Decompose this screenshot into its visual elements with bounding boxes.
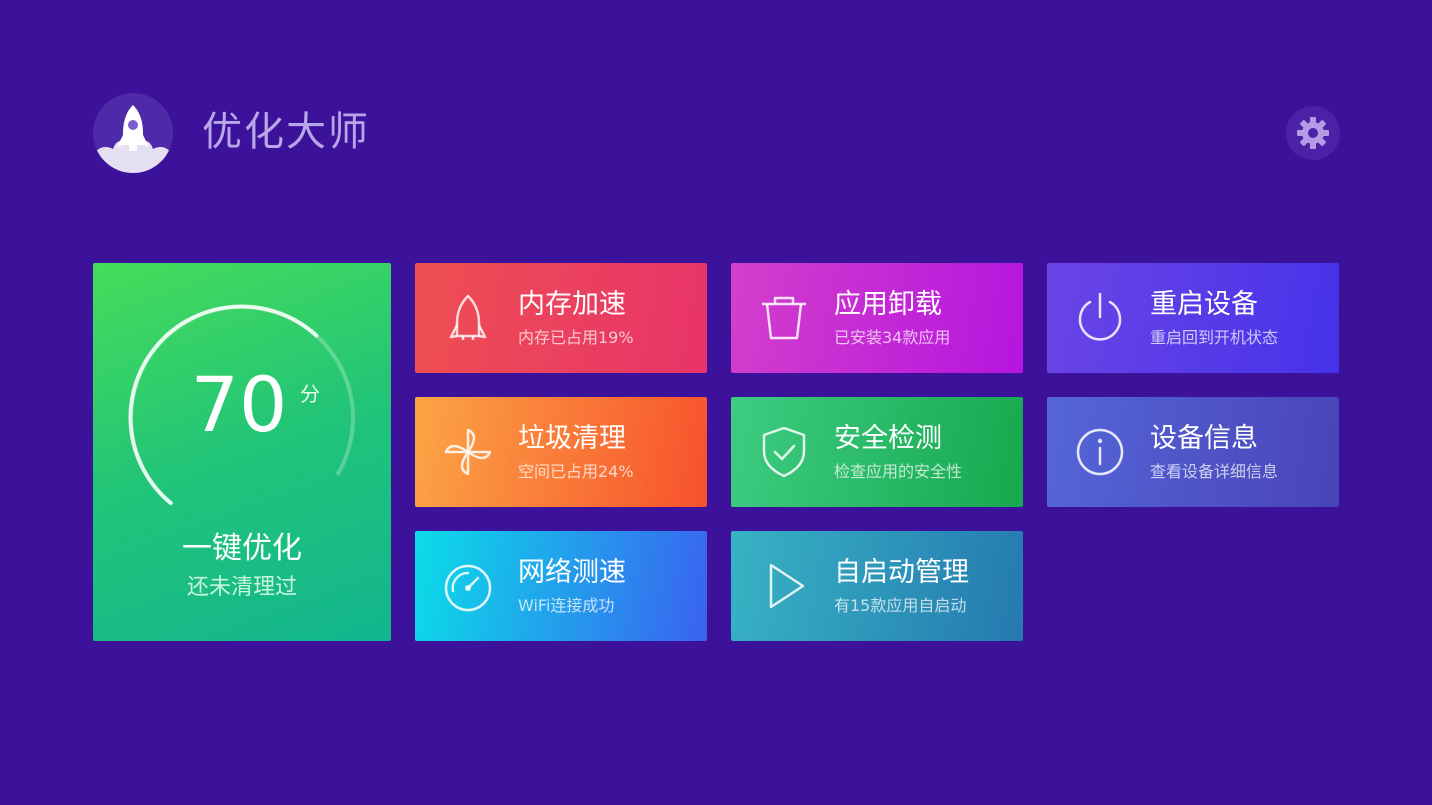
tile-title: 自启动管理 [834,557,969,588]
score-value: 70 [190,360,288,449]
info-icon [1076,428,1124,476]
app-logo [93,93,173,173]
tile-subtitle: 检查应用的安全性 [834,462,963,481]
clean-status-text: 还未清理过 [186,575,297,600]
rocket-icon [93,105,173,173]
one-click-optimize-tile[interactable]: 70 分 一键优化 还未清理过 [93,263,391,641]
tile-title: 内存加速 [518,289,626,320]
speedometer-icon [444,564,492,612]
tile-subtitle: 空间已占用24% [518,462,634,481]
power-icon [1078,292,1122,341]
network-speed-tile[interactable]: 网络测速 WiFi连接成功 [415,531,707,641]
security-check-tile[interactable]: 安全检测 检查应用的安全性 [731,397,1023,507]
pinwheel-icon [444,428,492,476]
optimize-action-label: 一键优化 [182,531,302,566]
main-screen: 优化大师 70 分 一键优化 还未清理过 内存加速 内存已占用19% 垃圾清理 … [0,0,1432,805]
tile-subtitle: 内存已占用19% [518,328,634,347]
score-unit: 分 [300,382,320,406]
tile-title: 重启设备 [1150,289,1258,320]
rocket-icon [449,294,487,340]
tile-subtitle: WiFi连接成功 [518,596,615,615]
shield-check-icon [762,426,806,478]
tile-subtitle: 已安装34款应用 [834,328,951,347]
tile-subtitle: 有15款应用自启动 [834,596,967,615]
junk-clean-tile[interactable]: 垃圾清理 空间已占用24% [415,397,707,507]
memory-boost-tile[interactable]: 内存加速 内存已占用19% [415,263,707,373]
app-title: 优化大师 [202,109,370,155]
tile-title: 网络测速 [518,557,626,588]
settings-button[interactable] [1286,106,1340,160]
tile-title: 应用卸载 [834,289,942,320]
tile-title: 设备信息 [1150,423,1258,454]
tile-title: 安全检测 [834,423,942,454]
autostart-manage-tile[interactable]: 自启动管理 有15款应用自启动 [731,531,1023,641]
tile-subtitle: 查看设备详细信息 [1150,462,1279,481]
tile-subtitle: 重启回到开机状态 [1150,328,1279,347]
reboot-device-tile[interactable]: 重启设备 重启回到开机状态 [1047,263,1339,373]
tile-title: 垃圾清理 [518,423,626,454]
device-info-tile[interactable]: 设备信息 查看设备详细信息 [1047,397,1339,507]
gear-icon [1297,117,1329,149]
app-uninstall-tile[interactable]: 应用卸载 已安装34款应用 [731,263,1023,373]
play-icon [769,563,805,609]
trash-icon [762,296,806,340]
